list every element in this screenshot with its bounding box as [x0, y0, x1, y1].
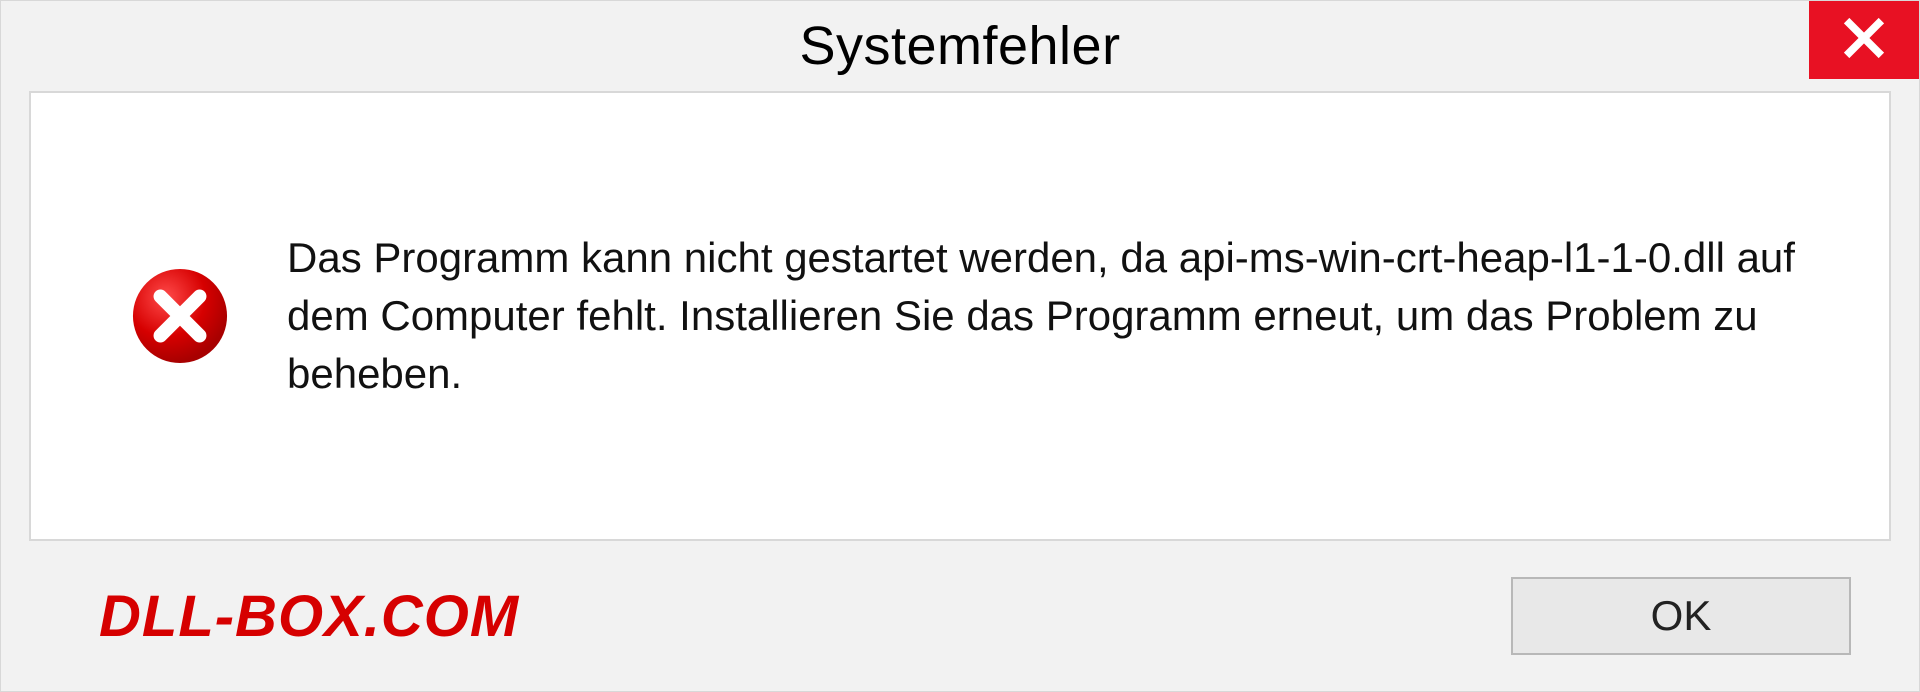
watermark-text: DLL-BOX.COM	[99, 583, 519, 650]
dialog-title: Systemfehler	[799, 15, 1120, 77]
ok-button[interactable]: OK	[1511, 577, 1851, 655]
content-area: Das Programm kann nicht gestartet werden…	[1, 91, 1919, 691]
dialog-footer: DLL-BOX.COM OK	[29, 541, 1891, 691]
error-icon	[131, 267, 229, 365]
close-button[interactable]	[1809, 1, 1919, 79]
close-icon	[1842, 16, 1886, 65]
titlebar: Systemfehler	[1, 1, 1919, 91]
error-dialog: Systemfehler	[0, 0, 1920, 692]
error-message: Das Programm kann nicht gestartet werden…	[287, 229, 1799, 403]
message-panel: Das Programm kann nicht gestartet werden…	[29, 91, 1891, 541]
